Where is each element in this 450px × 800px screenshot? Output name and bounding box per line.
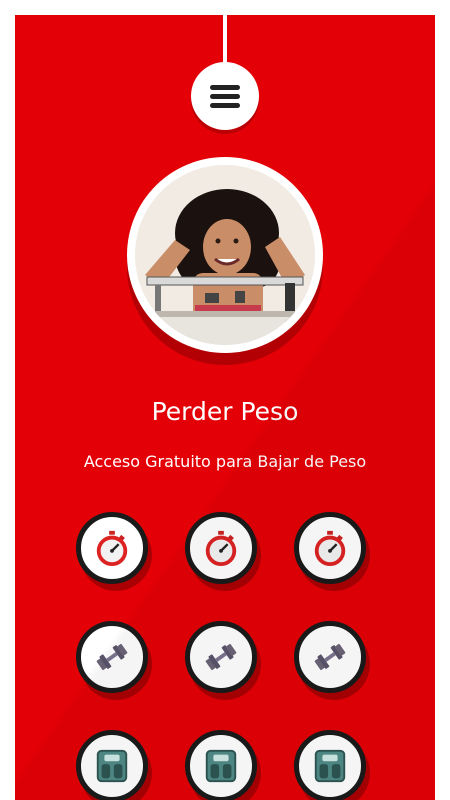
app-subtitle: Acceso Gratuito para Bajar de Peso xyxy=(83,452,367,471)
dumbbell-icon xyxy=(96,643,128,671)
profile-image-frame xyxy=(127,157,323,353)
weight-scale-button-3[interactable] xyxy=(294,730,366,800)
menu-button[interactable] xyxy=(191,62,259,130)
stopwatch-icon xyxy=(96,530,128,567)
dumbbell-button-2[interactable] xyxy=(185,621,257,693)
weight-scale-button-2[interactable] xyxy=(185,730,257,800)
weight-scale-icon xyxy=(205,749,237,783)
stopwatch-button-3[interactable] xyxy=(294,512,366,584)
weight-scale-icon xyxy=(314,749,346,783)
profile-photo xyxy=(135,165,315,345)
stopwatch-button-2[interactable] xyxy=(185,512,257,584)
hamburger-menu-icon xyxy=(210,83,240,110)
stopwatch-icon xyxy=(205,530,237,567)
weight-scale-icon xyxy=(96,749,128,783)
weight-scale-button-1[interactable] xyxy=(76,730,148,800)
stopwatch-icon xyxy=(314,530,346,567)
app-title: Perder Peso xyxy=(151,397,299,426)
dumbbell-button-3[interactable] xyxy=(294,621,366,693)
stopwatch-button-1[interactable] xyxy=(76,512,148,584)
dumbbell-button-1[interactable] xyxy=(76,621,148,693)
dumbbell-icon xyxy=(314,643,346,671)
main-screen: Perder Peso Acceso Gratuito para Bajar d… xyxy=(15,15,435,800)
dumbbell-icon xyxy=(205,643,237,671)
